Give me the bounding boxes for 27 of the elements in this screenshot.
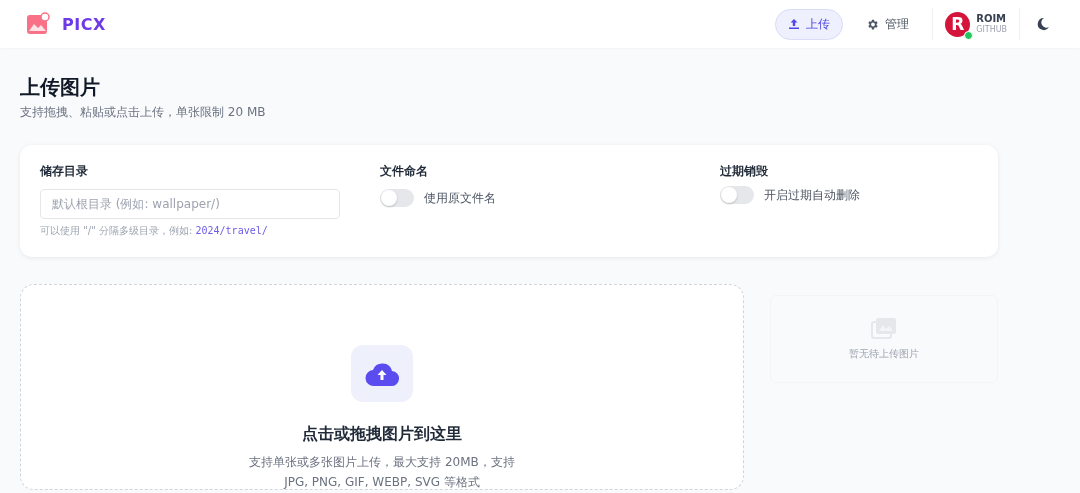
user-provider: GITHUB [976,25,1007,35]
gear-icon [866,17,880,31]
nav-button[interactable]: 上传 [775,8,844,40]
toggle-label: 使用原文件名 [424,189,496,207]
toggle-label: 开启过期自动删除 [764,186,860,204]
drop-zone[interactable]: 点击或拖拽图片到这里 支持单张或多张图片上传，最大支持 20MB，支持 JPG, PNG, GIF, WEBP, SVG 等格式 [20,284,744,490]
toggle-switch[interactable] [380,189,414,207]
brand-name: PICX [62,14,106,34]
nav-button[interactable]: 管理 [853,8,923,40]
page-title: 上传图片 [20,74,101,101]
page-subtitle: 支持拖拽、粘贴或点击上传，单张限制 20 MB [20,104,267,121]
toggle-switch[interactable] [720,186,754,204]
upload-icon [788,18,801,30]
logo-icon [26,12,50,36]
drop-title: 点击或拖拽图片到这里 [302,424,462,446]
field-label: 文件命名 [380,163,429,180]
directory-field[interactable]: 默认根目录 (例如: wallpaper/) [40,189,340,219]
empty-message: 暂无待上传图片 [849,347,919,361]
drop-description: JPG, PNG, GIF, WEBP, SVG 等格式 [284,474,480,489]
field-label: 过期销毁 [720,163,769,180]
drop-description: 支持单张或多张图片上传，最大支持 20MB，支持 [249,455,515,470]
cloud-upload-icon [351,345,413,403]
user-name: ROIM [976,13,1007,25]
example-path: 2024/travel/ [195,225,268,236]
field-label: 储存目录 [40,163,89,180]
hint-text: 可以使用 "/" 分隔多级目录，例如: [40,225,194,236]
avatar[interactable]: R [945,11,971,37]
